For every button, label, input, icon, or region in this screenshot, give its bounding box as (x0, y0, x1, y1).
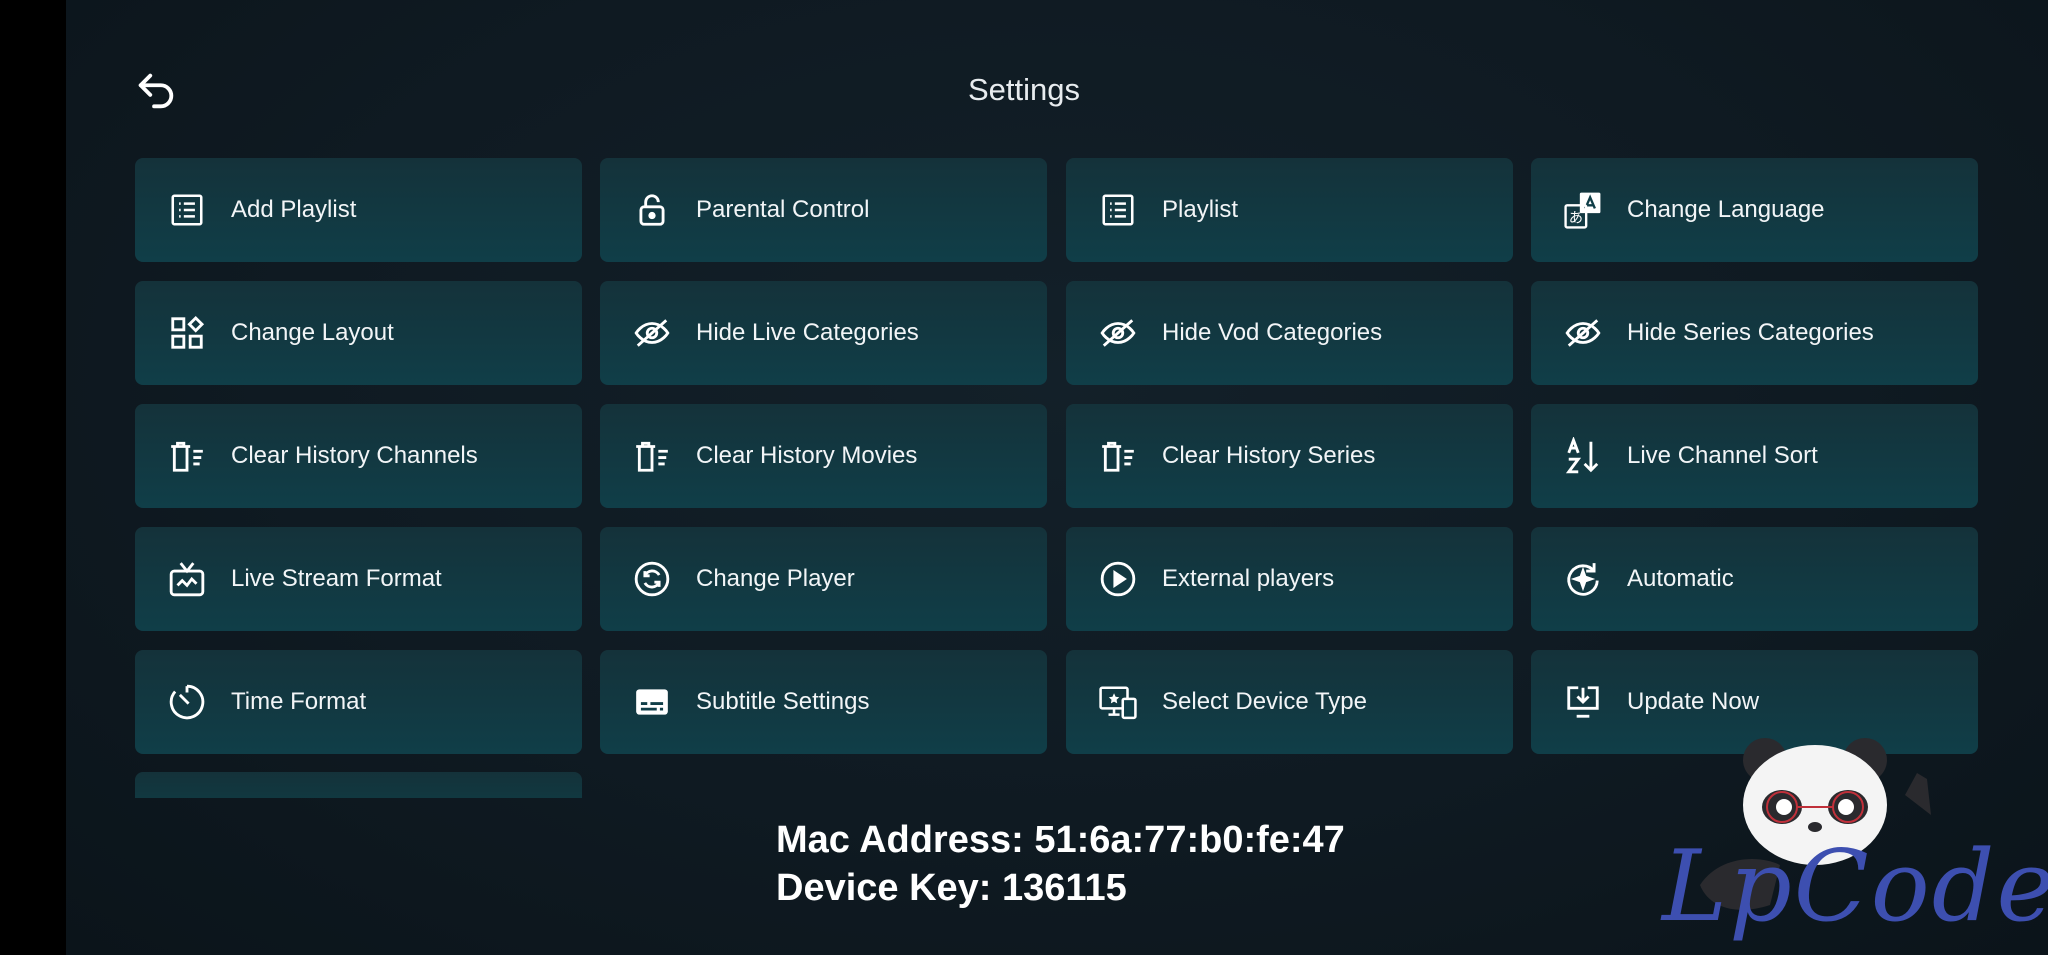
tile-label: Clear History Series (1162, 442, 1376, 469)
mac-address: Mac Address: 51:6a:77:b0:fe:47 (776, 819, 1345, 861)
tile-label: Playlist (1162, 196, 1239, 223)
play-circle-icon (1098, 559, 1138, 599)
clear-history-movies-button[interactable]: Clear History Movies (600, 404, 1047, 508)
tile-label: Subtitle Settings (696, 688, 870, 715)
hide-live-categories-button[interactable]: Hide Live Categories (600, 281, 1047, 385)
eye-off-icon (632, 313, 672, 353)
lock-icon (632, 190, 672, 230)
clear-history-series-button[interactable]: Clear History Series (1066, 404, 1513, 508)
change-player-button[interactable]: Change Player (600, 527, 1047, 631)
tile-label: Select Device Type (1162, 688, 1367, 715)
time-format-button[interactable]: Time Format (135, 650, 582, 754)
list-icon (1098, 190, 1138, 230)
timer-icon (167, 682, 207, 722)
left-edge (0, 0, 66, 955)
devices-icon (1098, 682, 1138, 722)
select-device-type-button[interactable]: Select Device Type (1066, 650, 1513, 754)
parental-control-button[interactable]: Parental Control (600, 158, 1047, 262)
clear-history-icon (1098, 436, 1138, 476)
tile-label: Clear History Movies (696, 442, 918, 469)
device-key: Device Key: 136115 (776, 867, 1127, 909)
page-title: Settings (967, 72, 1080, 107)
translate-icon: あ (1563, 190, 1603, 230)
tile-label: Change Language (1627, 196, 1825, 223)
live-channel-sort-button[interactable]: Live Channel Sort (1531, 404, 1978, 508)
tile-label: Change Layout (231, 319, 394, 346)
auto-icon (1563, 559, 1603, 599)
hide-vod-categories-button[interactable]: Hide Vod Categories (1066, 281, 1513, 385)
automatic-button[interactable]: Automatic (1531, 527, 1978, 631)
sync-icon (632, 559, 672, 599)
partially-visible-tile[interactable] (135, 772, 582, 798)
tile-label: Live Channel Sort (1627, 442, 1818, 469)
eye-off-icon (1098, 313, 1138, 353)
tv-icon (167, 559, 207, 599)
list-icon (167, 190, 207, 230)
device-info: Mac Address: 51:6a:77:b0:fe:47 Device Ke… (776, 816, 1345, 912)
tile-label: Automatic (1627, 565, 1734, 592)
svg-text:あ: あ (1569, 210, 1583, 227)
tile-label: Hide Vod Categories (1162, 319, 1383, 346)
hide-series-categories-button[interactable]: Hide Series Categories (1531, 281, 1978, 385)
clear-history-channels-button[interactable]: Clear History Channels (135, 404, 582, 508)
layout-icon (167, 313, 207, 353)
download-icon (1563, 682, 1603, 722)
tile-label: Time Format (231, 688, 367, 715)
tile-label: Live Stream Format (231, 565, 442, 592)
change-language-button[interactable]: あ Change Language (1531, 158, 1978, 262)
tile-label: Add Playlist (231, 196, 357, 223)
tile-label: Hide Live Categories (696, 319, 919, 346)
sort-az-icon (1563, 436, 1603, 476)
external-players-button[interactable]: External players (1066, 527, 1513, 631)
tile-label: Update Now (1627, 688, 1760, 715)
clear-history-icon (167, 436, 207, 476)
tile-label: Parental Control (696, 196, 870, 223)
tile-label: Clear History Channels (231, 442, 478, 469)
subtitles-icon (632, 682, 672, 722)
tile-label: External players (1162, 565, 1335, 592)
eye-off-icon (1563, 313, 1603, 353)
playlist-button[interactable]: Playlist (1066, 158, 1513, 262)
tile-label: Hide Series Categories (1627, 319, 1874, 346)
watermark-text: LpCodes (1662, 830, 2048, 944)
subtitle-settings-button[interactable]: Subtitle Settings (600, 650, 1047, 754)
add-playlist-button[interactable]: Add Playlist (135, 158, 582, 262)
clear-history-icon (632, 436, 672, 476)
change-layout-button[interactable]: Change Layout (135, 281, 582, 385)
tile-label: Change Player (696, 565, 855, 592)
live-stream-format-button[interactable]: Live Stream Format (135, 527, 582, 631)
